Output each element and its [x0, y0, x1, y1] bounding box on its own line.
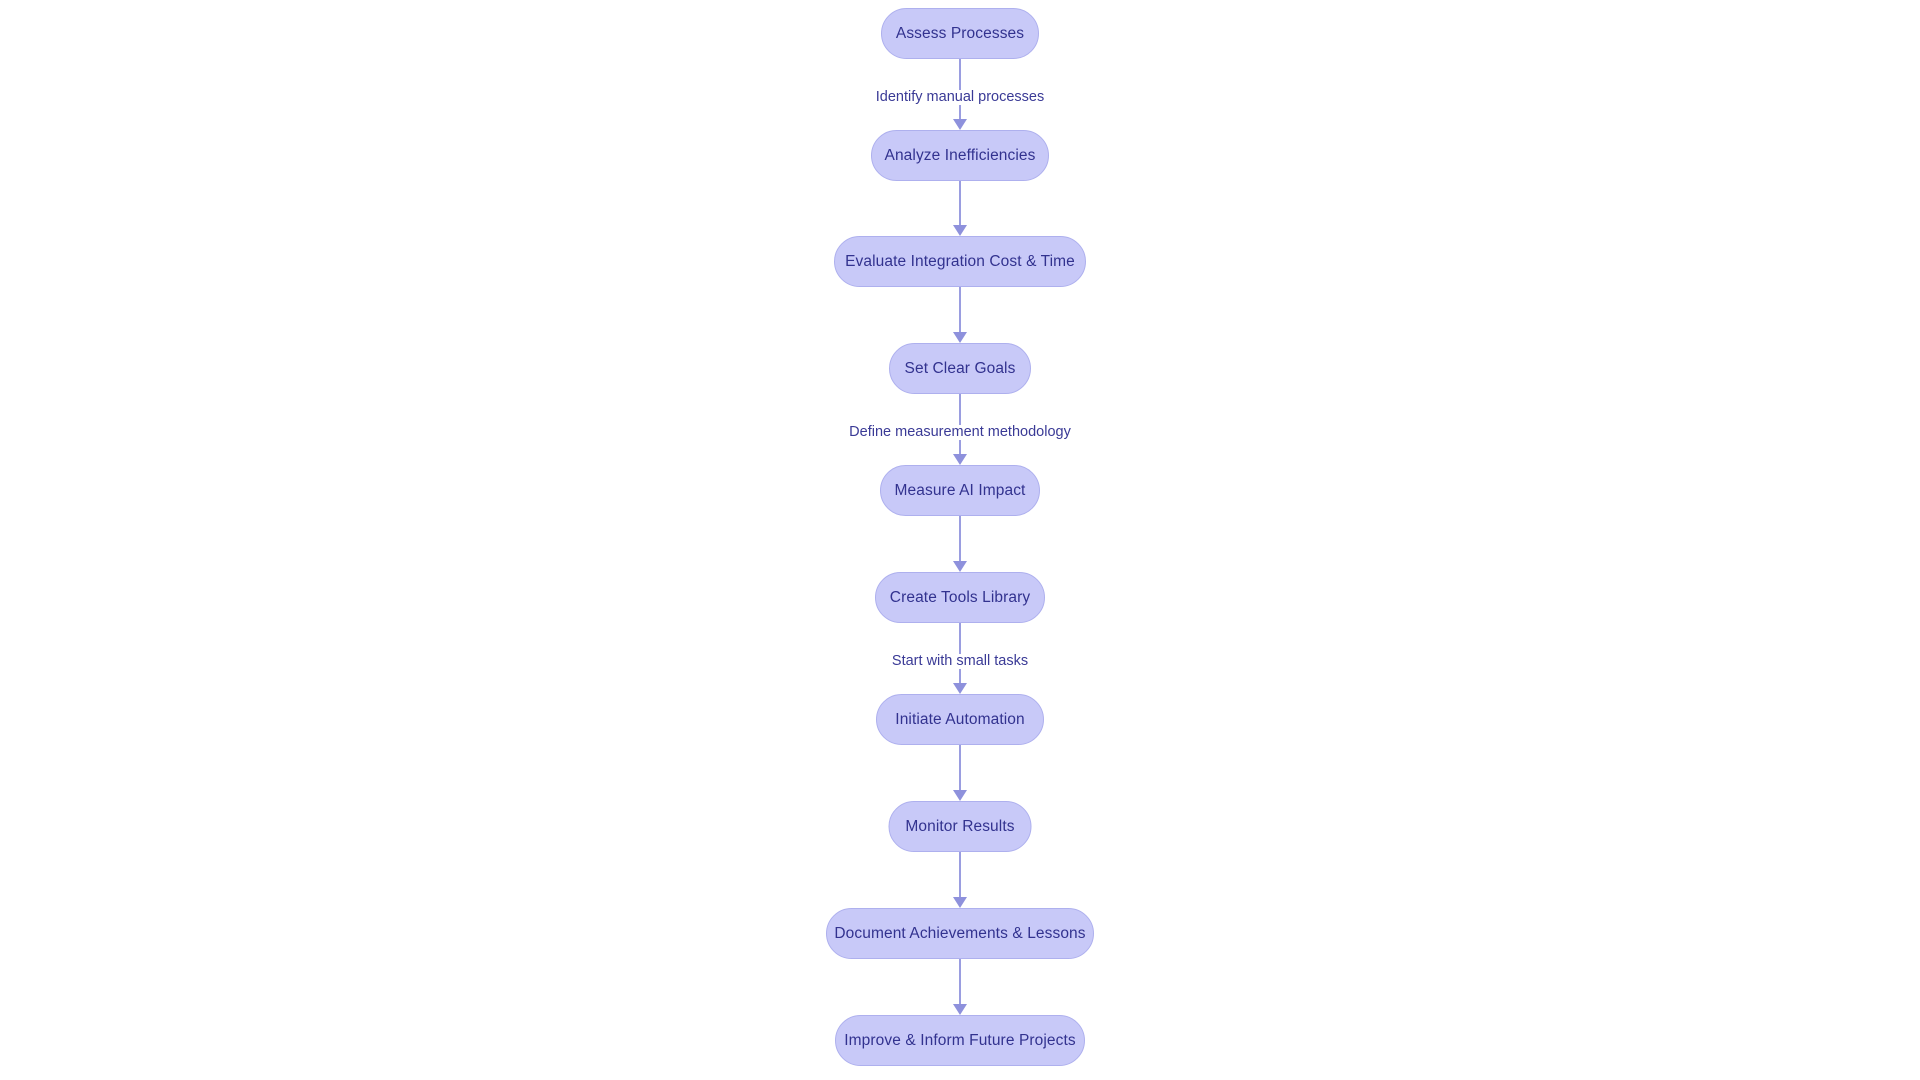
edge-line-monitor-results-to-document-achievements: [959, 852, 961, 897]
node-label-evaluate-integration-cost: Evaluate Integration Cost & Time: [845, 252, 1075, 270]
node-label-assess-processes: Assess Processes: [895, 24, 1025, 42]
node-label-monitor-results: Monitor Results: [905, 817, 1015, 835]
arrow-head-icon: [953, 683, 967, 694]
edge-line-initiate-automation-to-monitor-results: [959, 745, 961, 790]
node-set-clear-goals[interactable]: Set Clear Goals: [889, 343, 1031, 394]
edge-line-evaluate-integration-cost-to-set-clear-goals: [959, 287, 961, 332]
node-analyze-inefficiencies[interactable]: Analyze Inefficiencies: [871, 130, 1049, 181]
node-assess-processes[interactable]: Assess Processes: [881, 8, 1039, 59]
node-monitor-results[interactable]: Monitor Results: [888, 801, 1032, 852]
edge-label-e1: Identify manual processes: [870, 90, 1050, 105]
node-create-tools-library[interactable]: Create Tools Library: [875, 572, 1045, 623]
edge-line-analyze-inefficiencies-to-evaluate-integration-cost: [959, 181, 961, 225]
arrow-head-icon: [953, 790, 967, 801]
arrow-head-icon: [953, 897, 967, 908]
arrow-head-icon: [953, 119, 967, 130]
node-evaluate-integration-cost[interactable]: Evaluate Integration Cost & Time: [834, 236, 1086, 287]
node-label-set-clear-goals: Set Clear Goals: [904, 359, 1016, 377]
node-label-analyze-inefficiencies: Analyze Inefficiencies: [884, 146, 1036, 164]
flowchart-canvas: Identify manual processes Define measurem…: [0, 0, 1920, 1080]
node-initiate-automation[interactable]: Initiate Automation: [876, 694, 1044, 745]
node-label-initiate-automation: Initiate Automation: [895, 710, 1025, 728]
edge-line-document-achievements-to-improve-inform-future: [959, 959, 961, 1004]
arrow-head-icon: [953, 332, 967, 343]
node-measure-ai-impact[interactable]: Measure AI Impact: [880, 465, 1040, 516]
node-label-improve-inform-future: Improve & Inform Future Projects: [844, 1031, 1076, 1049]
arrow-head-icon: [953, 561, 967, 572]
edge-label-e6: Start with small tasks: [886, 654, 1034, 669]
arrow-head-icon: [953, 454, 967, 465]
node-label-document-achievements: Document Achievements & Lessons: [834, 924, 1086, 942]
node-label-create-tools-library: Create Tools Library: [889, 588, 1031, 606]
node-label-measure-ai-impact: Measure AI Impact: [894, 481, 1026, 499]
node-improve-inform-future[interactable]: Improve & Inform Future Projects: [835, 1015, 1085, 1066]
arrow-head-icon: [953, 1004, 967, 1015]
node-document-achievements[interactable]: Document Achievements & Lessons: [826, 908, 1094, 959]
edge-line-measure-ai-impact-to-create-tools-library: [959, 516, 961, 561]
edge-label-e4: Define measurement methodology: [844, 425, 1076, 440]
arrow-head-icon: [953, 225, 967, 236]
